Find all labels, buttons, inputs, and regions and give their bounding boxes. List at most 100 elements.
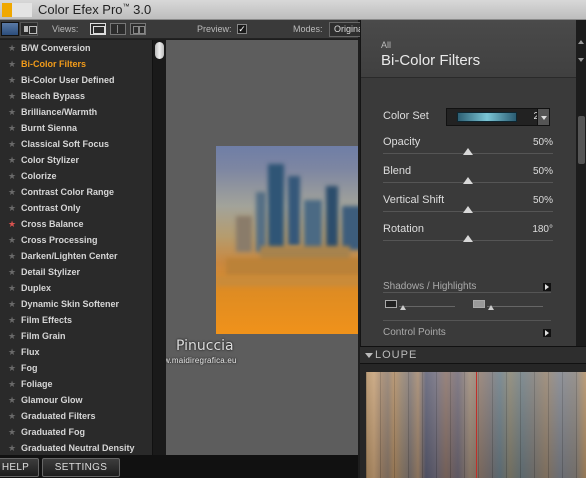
- param-slider-thumb[interactable]: [463, 206, 473, 213]
- star-icon[interactable]: ★: [8, 328, 16, 344]
- star-icon[interactable]: ★: [8, 40, 16, 56]
- star-icon[interactable]: ★: [8, 120, 16, 136]
- filter-item[interactable]: ★ Graduated Filters: [0, 408, 152, 424]
- control-points-header[interactable]: Control Points: [383, 327, 446, 338]
- filter-item-label: Colorize: [21, 171, 57, 181]
- star-icon[interactable]: ★: [8, 216, 16, 232]
- preview-label: Preview:: [197, 24, 232, 34]
- loupe-header[interactable]: LOUPE: [360, 346, 586, 364]
- shadows-slider[interactable]: [399, 306, 455, 307]
- star-icon[interactable]: ★: [8, 392, 16, 408]
- filter-item[interactable]: ★ Contrast Color Range: [0, 184, 152, 200]
- bottom-bar: HELP SETTINGS: [0, 455, 358, 478]
- filter-item[interactable]: ★ Bi-Color User Defined: [0, 72, 152, 88]
- watermark-name: Pinuccia: [176, 338, 234, 354]
- filter-item[interactable]: ★ Contrast Only: [0, 200, 152, 216]
- panel-scrollbar[interactable]: [576, 20, 586, 346]
- filter-item[interactable]: ★ Burnt Sienna: [0, 120, 152, 136]
- filter-item[interactable]: ★ Detail Stylizer: [0, 264, 152, 280]
- filter-item[interactable]: ★ Flux: [0, 344, 152, 360]
- star-icon[interactable]: ★: [8, 184, 16, 200]
- star-icon[interactable]: ★: [8, 376, 16, 392]
- preview-checkbox[interactable]: ✓: [237, 24, 247, 34]
- filter-item-label: Classical Soft Focus: [21, 139, 110, 149]
- star-icon[interactable]: ★: [8, 232, 16, 248]
- highlights-slider[interactable]: [487, 306, 543, 307]
- star-icon[interactable]: ★: [8, 152, 16, 168]
- scroll-down-icon[interactable]: [578, 58, 584, 62]
- highlights-slider-thumb[interactable]: [488, 305, 494, 310]
- filter-item[interactable]: ★ Bi-Color Filters: [0, 56, 152, 72]
- filter-item[interactable]: ★ Colorize: [0, 168, 152, 184]
- star-icon[interactable]: ★: [8, 264, 16, 280]
- modes-select[interactable]: Original: [329, 22, 363, 37]
- filter-item[interactable]: ★ Bleach Bypass: [0, 88, 152, 104]
- star-icon[interactable]: ★: [8, 280, 16, 296]
- help-button[interactable]: HELP: [0, 458, 39, 477]
- settings-button[interactable]: SETTINGS: [42, 458, 120, 477]
- filter-item[interactable]: ★ Foliage: [0, 376, 152, 392]
- side-by-side-view-button[interactable]: [130, 23, 146, 35]
- star-icon[interactable]: ★: [8, 168, 16, 184]
- param-slider-thumb[interactable]: [463, 235, 473, 242]
- filter-item[interactable]: ★ Classical Soft Focus: [0, 136, 152, 152]
- filter-item-label: Burnt Sienna: [21, 123, 78, 133]
- loupe-marker: [476, 372, 477, 478]
- star-icon[interactable]: ★: [8, 360, 16, 376]
- scroll-up-icon[interactable]: [578, 40, 584, 44]
- preview-image: [216, 146, 358, 334]
- filter-item[interactable]: ★ Graduated Fog: [0, 424, 152, 440]
- star-icon[interactable]: ★: [8, 56, 16, 72]
- star-icon[interactable]: ★: [8, 104, 16, 120]
- star-icon[interactable]: ★: [8, 136, 16, 152]
- single-view-button[interactable]: [90, 23, 106, 35]
- star-icon[interactable]: ★: [8, 248, 16, 264]
- filter-item[interactable]: ★ B/W Conversion: [0, 40, 152, 56]
- filter-item-label: Film Effects: [21, 315, 73, 325]
- filter-item[interactable]: ★ Cross Balance: [0, 216, 152, 232]
- param-slider-thumb[interactable]: [463, 148, 473, 155]
- param-slider-thumb[interactable]: [463, 177, 473, 184]
- image-icon[interactable]: [1, 22, 19, 36]
- filter-item[interactable]: ★ Film Effects: [0, 312, 152, 328]
- scrollbar-thumb[interactable]: [155, 42, 164, 59]
- panel-scrollbar-thumb[interactable]: [578, 116, 585, 164]
- chevron-right-icon[interactable]: [543, 283, 551, 291]
- star-icon[interactable]: ★: [8, 200, 16, 216]
- filter-item[interactable]: ★ Duplex: [0, 280, 152, 296]
- split-view-button[interactable]: [110, 23, 126, 35]
- filter-item[interactable]: ★ Fog: [0, 360, 152, 376]
- star-icon[interactable]: ★: [8, 344, 16, 360]
- trademark: ™: [122, 3, 130, 11]
- star-icon[interactable]: ★: [8, 312, 16, 328]
- filter-item[interactable]: ★ Cross Processing: [0, 232, 152, 248]
- filter-item[interactable]: ★ Glamour Glow: [0, 392, 152, 408]
- filter-title: Bi-Color Filters: [381, 52, 481, 69]
- filter-item-label: Cross Processing: [21, 235, 98, 245]
- layout-icon[interactable]: [20, 22, 38, 36]
- shadows-highlights-header[interactable]: Shadows / Highlights: [383, 281, 476, 292]
- chevron-right-icon[interactable]: [543, 329, 551, 337]
- star-icon[interactable]: ★: [8, 296, 16, 312]
- star-icon[interactable]: ★: [8, 72, 16, 88]
- collapse-triangle-icon[interactable]: [365, 353, 373, 358]
- filter-item[interactable]: ★ Graduated Neutral Density: [0, 440, 152, 455]
- star-icon[interactable]: ★: [8, 408, 16, 424]
- loupe-image: [366, 372, 586, 478]
- filter-item-label: Dynamic Skin Softener: [21, 299, 120, 309]
- shadows-slider-thumb[interactable]: [400, 305, 406, 310]
- star-icon[interactable]: ★: [8, 424, 16, 440]
- color-set-dropdown[interactable]: 2: [446, 108, 550, 126]
- star-icon[interactable]: ★: [8, 88, 16, 104]
- filter-item[interactable]: ★ Dynamic Skin Softener: [0, 296, 152, 312]
- star-icon[interactable]: ★: [8, 440, 16, 455]
- filter-item[interactable]: ★ Brilliance/Warmth: [0, 104, 152, 120]
- title-bar: Color Efex Pro™ 3.0: [0, 0, 586, 20]
- app-title: Color Efex Pro™ 3.0: [38, 2, 151, 17]
- filter-list-scrollbar[interactable]: [152, 40, 166, 455]
- filter-item-label: Graduated Neutral Density: [21, 443, 135, 453]
- filter-item[interactable]: ★ Darken/Lighten Center: [0, 248, 152, 264]
- filter-item[interactable]: ★ Color Stylizer: [0, 152, 152, 168]
- chevron-down-icon[interactable]: [537, 108, 550, 126]
- filter-item[interactable]: ★ Film Grain: [0, 328, 152, 344]
